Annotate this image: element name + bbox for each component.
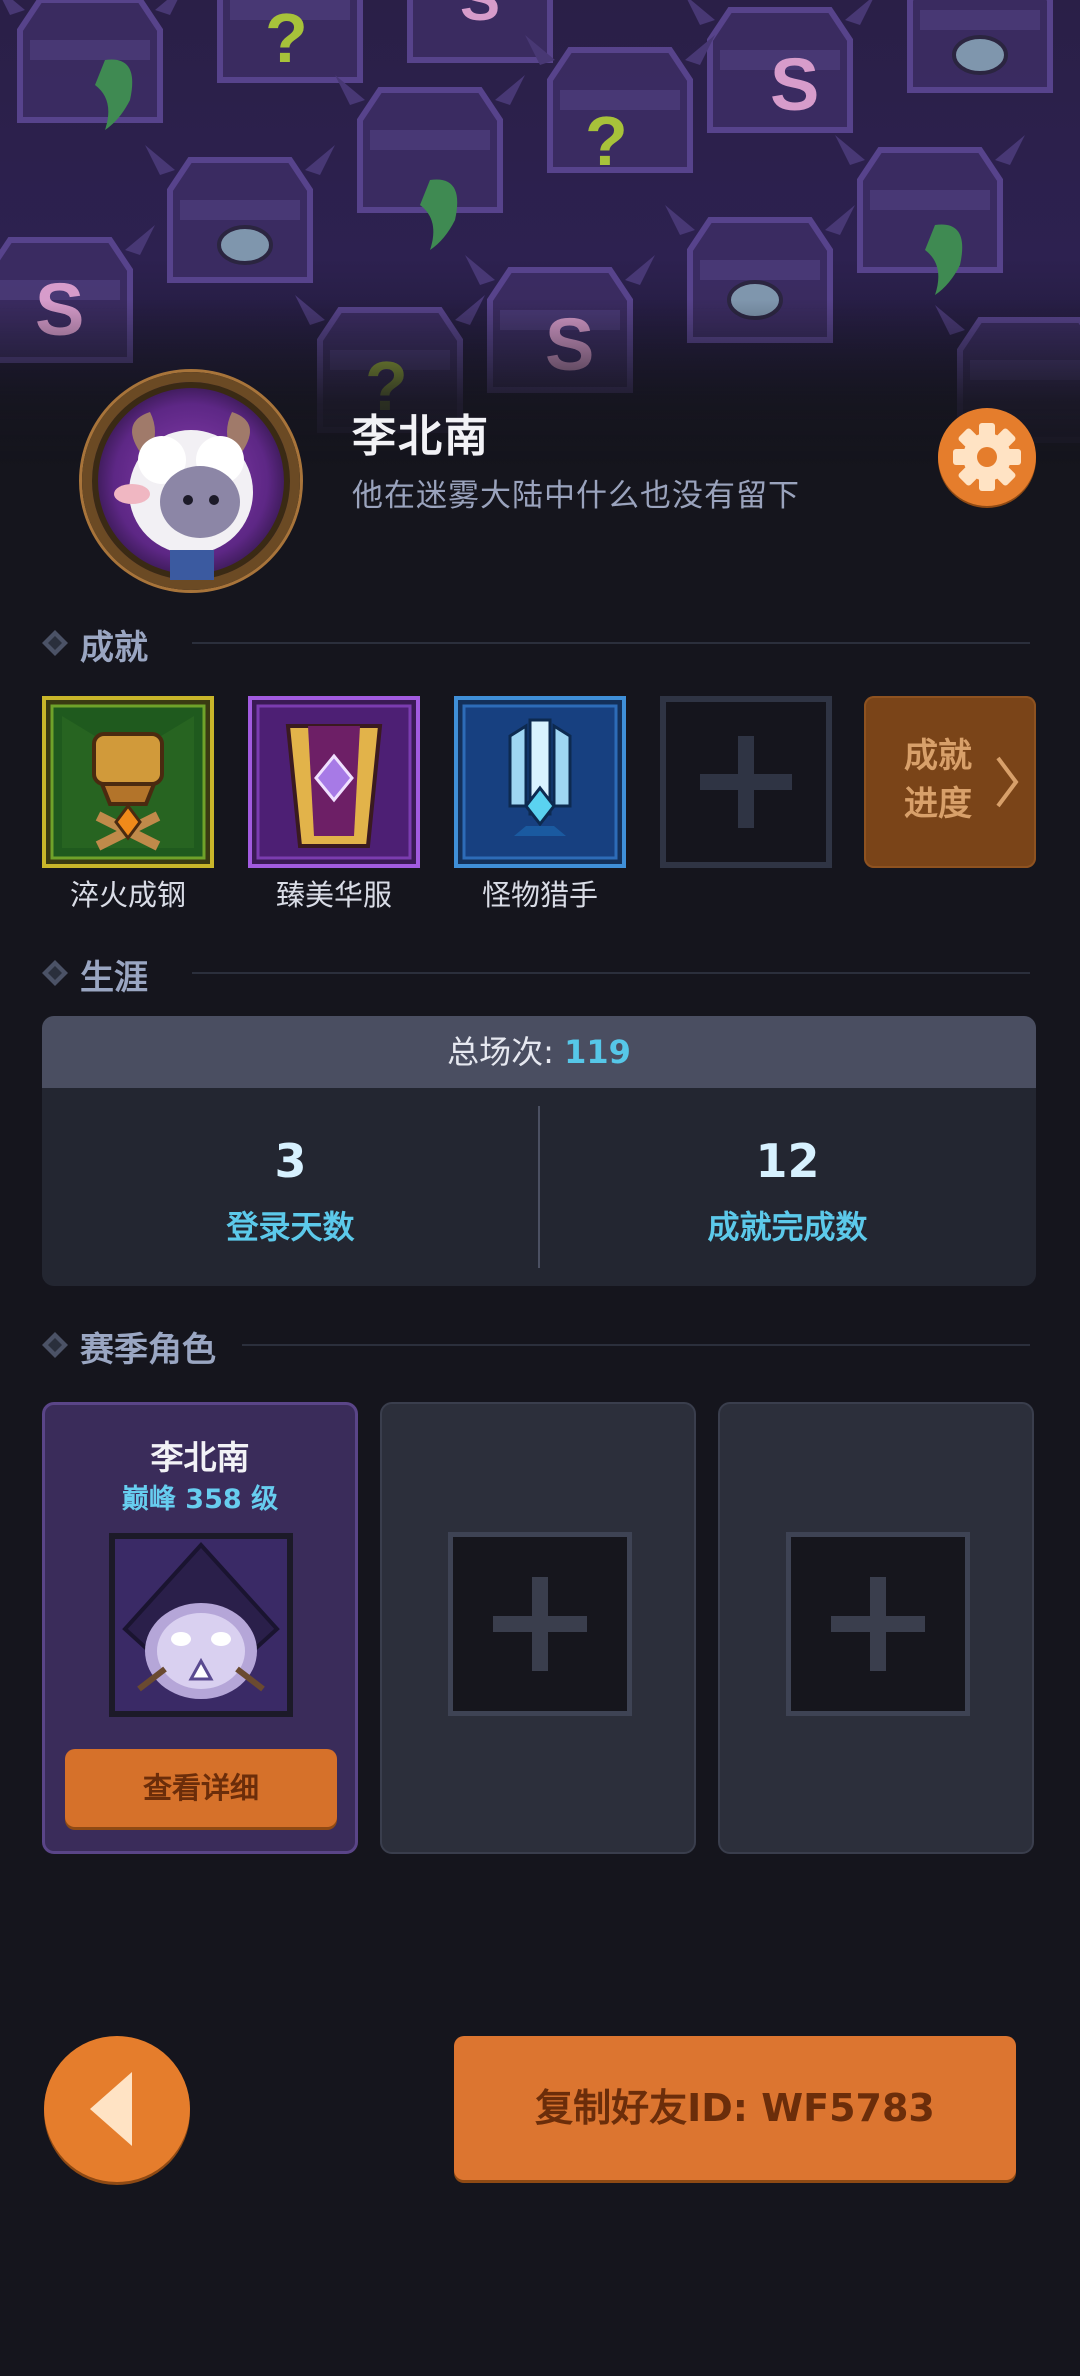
role-portrait[interactable]: [109, 1533, 293, 1717]
progress-label-line2: 进度: [904, 784, 972, 824]
achievement-empty-slot[interactable]: [660, 696, 832, 868]
settings-button[interactable]: [938, 408, 1036, 506]
login-days-value: 3: [274, 1134, 307, 1188]
season-role-card[interactable]: 李北南 巅峰 358 级 查看详细: [42, 1402, 358, 1854]
svg-text:S: S: [770, 43, 819, 126]
plus-icon: [831, 1577, 925, 1671]
add-role-slot[interactable]: [448, 1532, 632, 1716]
role-name: 李北南: [150, 1438, 250, 1477]
season-roles-header: 赛季角色: [42, 1322, 1030, 1370]
total-matches: 总场次: 119: [42, 1016, 1036, 1088]
gear-icon: [953, 423, 1021, 491]
achievement-progress-button[interactable]: 成就 进度: [864, 696, 1036, 868]
back-button[interactable]: [44, 2036, 190, 2182]
diamond-bullet-icon: [42, 630, 68, 656]
hooded-mage-icon: [115, 1539, 287, 1711]
robe-gem-icon: [248, 696, 420, 868]
section-divider: [242, 1344, 1030, 1346]
season-role-empty-slot-1[interactable]: [380, 1402, 696, 1854]
career-title: 生涯: [80, 958, 148, 998]
plus-icon: [493, 1577, 587, 1671]
total-matches-label: 总场次:: [447, 1033, 565, 1071]
achievements-completed-label: 成就完成数: [707, 1208, 868, 1246]
achievements-header: 成就: [42, 620, 1030, 668]
svg-text:S: S: [460, 0, 500, 33]
player-bio: 他在迷雾大陆中什么也没有留下: [352, 478, 800, 514]
achievement-badge-2[interactable]: [248, 696, 420, 868]
plus-icon: [700, 736, 792, 828]
chevron-right-icon: [996, 756, 1019, 808]
career-panel: 总场次: 119 3 登录天数 12 成就完成数: [42, 1016, 1036, 1286]
fist-shield-icon: [42, 696, 214, 868]
back-arrow-icon: [90, 2072, 132, 2146]
player-name: 李北南: [352, 411, 490, 462]
achievements-completed-value: 12: [755, 1134, 820, 1188]
crystal-blade-icon: [454, 696, 626, 868]
copy-friend-id-button[interactable]: 复制好友ID: WF5783: [454, 2036, 1016, 2180]
season-role-empty-slot-2[interactable]: [718, 1402, 1034, 1854]
career-header: 生涯: [42, 950, 1030, 998]
player-avatar[interactable]: [82, 372, 300, 590]
svg-text:?: ?: [585, 102, 628, 180]
achievement-label-1: 淬火成钢: [69, 878, 186, 912]
svg-text:?: ?: [265, 0, 308, 77]
view-details-button[interactable]: 查看详细: [65, 1749, 337, 1827]
achievement-label-3: 怪物猎手: [481, 878, 598, 912]
progress-label-line1: 成就: [904, 736, 972, 776]
total-matches-value: 119: [564, 1033, 631, 1071]
achievements-title: 成就: [80, 628, 148, 668]
achievement-progress-label: 成就 进度: [888, 732, 988, 828]
section-divider: [192, 972, 1030, 974]
achievement-label-2: 臻美华服: [275, 878, 392, 912]
add-role-slot[interactable]: [786, 1532, 970, 1716]
achievement-badge-1[interactable]: [42, 696, 214, 868]
role-level: 巅峰 358 级: [121, 1484, 279, 1515]
diamond-bullet-icon: [42, 960, 68, 986]
season-roles-title: 赛季角色: [80, 1330, 216, 1370]
login-days-label: 登录天数: [226, 1208, 355, 1246]
diamond-bullet-icon: [42, 1332, 68, 1358]
achievement-badge-3[interactable]: [454, 696, 626, 868]
section-divider: [192, 642, 1030, 644]
sheep-avatar-icon: [114, 412, 253, 580]
